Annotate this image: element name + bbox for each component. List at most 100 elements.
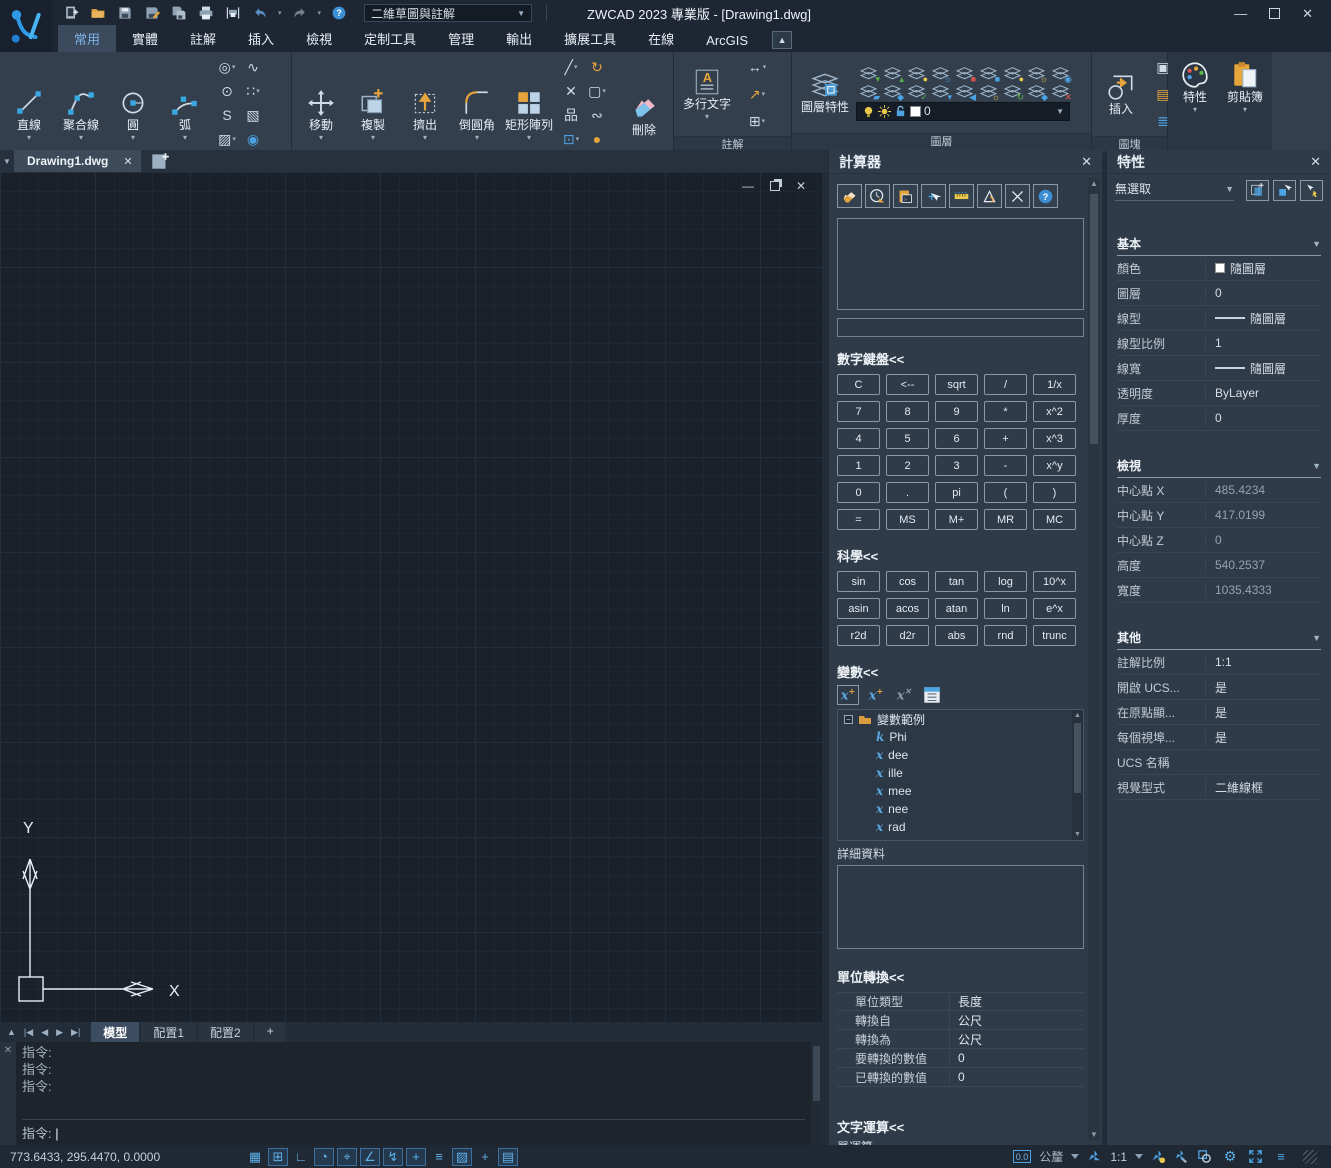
annotation-scale-dropdown-icon[interactable] — [1135, 1154, 1143, 1159]
region-icon[interactable]: ▧ — [240, 103, 266, 127]
new-file-icon[interactable] — [62, 4, 80, 22]
prop-row-寬度[interactable]: 寬度1035.4333 — [1117, 578, 1321, 603]
next-layout-icon[interactable]: ▶ — [53, 1027, 66, 1038]
tab-插入[interactable]: 插入 — [232, 25, 290, 52]
selection-cycling-icon[interactable] — [1197, 1149, 1212, 1164]
command-input[interactable]: 指令: | — [22, 1119, 805, 1143]
prop-row-在原點顯...[interactable]: 在原點顯...是 — [1117, 700, 1321, 725]
explode-icon[interactable]: 品 — [558, 103, 584, 127]
calc-key-10^x[interactable]: 10^x — [1033, 571, 1076, 592]
snap-icon[interactable]: ⊞ — [268, 1148, 288, 1166]
calculator-return-icon[interactable] — [921, 685, 943, 705]
calc-key-x^2[interactable]: x^2 — [1033, 401, 1076, 422]
calc-key-acos[interactable]: acos — [886, 598, 929, 619]
layout-tab-+[interactable]: + — [255, 1022, 286, 1043]
calc-key-1/x[interactable]: 1/x — [1033, 374, 1076, 395]
scale-icon[interactable]: ▢▾ — [584, 79, 610, 103]
calc-key-1[interactable]: 1 — [837, 455, 880, 476]
unit-dropdown-icon[interactable] — [1071, 1154, 1079, 1159]
open-file-icon[interactable] — [89, 4, 107, 22]
calc-key-r2d[interactable]: r2d — [837, 625, 880, 646]
layer-lock-icon[interactable]: ■ — [952, 65, 976, 83]
save-all-icon[interactable] — [170, 4, 188, 22]
last-layout-icon[interactable]: ▶| — [68, 1027, 83, 1038]
calc-help-icon[interactable]: ? — [1033, 184, 1058, 208]
quick-select-icon[interactable] — [1246, 180, 1269, 201]
annotation-monitor-icon[interactable]: + — [475, 1148, 495, 1166]
mtext-button[interactable]: A 多行文字▾ — [680, 65, 734, 123]
ellipse-icon[interactable]: ◎▾ — [214, 55, 240, 79]
calc-key-2[interactable]: 2 — [886, 455, 929, 476]
calc-key-)[interactable]: ) — [1033, 482, 1076, 503]
document-tab[interactable]: DWG Drawing1.dwg ✕ — [14, 150, 141, 172]
undo-dropdown-icon[interactable]: ▾ — [278, 9, 282, 17]
fullscreen-icon[interactable] — [1248, 1149, 1263, 1164]
annotation-scale-icon[interactable] — [1087, 1149, 1102, 1164]
props-section-基本[interactable]: 基本▼ — [1117, 235, 1321, 256]
maximize-button[interactable] — [1269, 8, 1280, 19]
calc-key-0[interactable]: 0 — [837, 482, 880, 503]
calc-key-*[interactable]: * — [984, 401, 1027, 422]
prop-row-高度[interactable]: 高度540.2537 — [1117, 553, 1321, 578]
help-icon[interactable]: ? — [330, 4, 348, 22]
annotation-scale-value[interactable]: 1:1 — [1110, 1150, 1127, 1164]
prop-row-註解比例[interactable]: 註解比例1:1 — [1117, 650, 1321, 675]
prop-row-中心點 Z[interactable]: 中心點 Z0 — [1117, 528, 1321, 553]
calc-key-asin[interactable]: asin — [837, 598, 880, 619]
leader-icon[interactable]: ↗▾ — [744, 82, 770, 106]
layer-del-icon[interactable]: ✕ — [1048, 83, 1072, 101]
calc-key-pi[interactable]: pi — [935, 482, 978, 503]
drawing-canvas[interactable]: — ✕ Y X — [0, 172, 822, 1022]
command-close-icon[interactable]: ✕ — [4, 1045, 12, 1056]
close-button[interactable]: ✕ — [1302, 7, 1313, 20]
calc-key-tan[interactable]: tan — [935, 571, 978, 592]
calc-key-d2r[interactable]: d2r — [886, 625, 929, 646]
minimize-button[interactable]: — — [1234, 7, 1247, 20]
unit-row-要轉換的數值[interactable]: 要轉換的數值0 — [837, 1049, 1084, 1068]
textops-section-header[interactable]: 文字運算<< — [837, 1117, 1084, 1136]
dynamic-input-icon[interactable]: + — [406, 1148, 426, 1166]
unit-label[interactable]: 公釐 — [1039, 1148, 1063, 1165]
prop-row-中心點 X[interactable]: 中心點 X485.4234 — [1117, 478, 1321, 503]
resize-grip[interactable] — [1303, 1150, 1317, 1164]
first-layout-icon[interactable]: |◀ — [21, 1027, 36, 1038]
calc-key--[interactable]: - — [984, 455, 1027, 476]
unit-row-轉換自[interactable]: 轉換自公尺 — [837, 1011, 1084, 1030]
doc-close-icon[interactable]: ✕ — [796, 180, 806, 192]
settings-gear-icon[interactable]: ⚙ — [1220, 1148, 1240, 1166]
calc-key-4[interactable]: 4 — [837, 428, 880, 449]
ortho-icon[interactable]: ∟ — [291, 1148, 311, 1166]
redo-icon[interactable] — [291, 4, 309, 22]
lineweight-icon[interactable]: ≡ — [429, 1148, 449, 1166]
hatch-icon[interactable]: ▨▾ — [214, 127, 240, 151]
layer-merge-icon[interactable]: ↻ — [1000, 83, 1024, 101]
calc-pick-point-icon[interactable] — [921, 184, 946, 208]
snap-tracking-icon[interactable]: ↯ — [383, 1148, 403, 1166]
close-document-icon[interactable]: ✕ — [123, 155, 132, 168]
new-variable-icon[interactable]: x+ — [837, 685, 859, 705]
prop-row-厚度[interactable]: 厚度0 — [1117, 406, 1321, 431]
dimension-icon[interactable]: ↔▾ — [744, 55, 770, 79]
layer-unisolate-icon[interactable]: ◀ — [952, 83, 976, 101]
expand-command-icon[interactable]: ▲ — [4, 1027, 19, 1037]
prop-row-線寬[interactable]: 線寬隨圖層 — [1117, 356, 1321, 381]
donut-icon[interactable]: ◉ — [240, 127, 266, 151]
calc-key-ln[interactable]: ln — [984, 598, 1027, 619]
prop-row-UCS 名稱[interactable]: UCS 名稱 — [1117, 750, 1321, 775]
calc-key-MR[interactable]: MR — [984, 509, 1027, 530]
calc-key-6[interactable]: 6 — [935, 428, 978, 449]
spline-cv-icon[interactable]: S — [214, 103, 240, 127]
calc-key-x^y[interactable]: x^y — [1033, 455, 1076, 476]
units-section-header[interactable]: 單位轉換<< — [837, 967, 1084, 986]
unit-format-icon[interactable]: 0.0 — [1013, 1150, 1032, 1163]
spline-icon[interactable]: ∿ — [240, 55, 266, 79]
prev-layout-icon[interactable]: ◀ — [38, 1027, 51, 1038]
layer-thaw-icon[interactable]: ● — [1000, 65, 1024, 83]
calc-paste-icon[interactable]: :- — [893, 184, 918, 208]
calc-measure-angle-icon[interactable] — [977, 184, 1002, 208]
layer-sun-icon[interactable]: ☼ — [1024, 65, 1048, 83]
variable-item-mee[interactable]: xmee — [838, 782, 1083, 800]
select-objects-icon[interactable] — [1273, 180, 1296, 201]
save-icon[interactable] — [116, 4, 134, 22]
calc-key-=[interactable]: = — [837, 509, 880, 530]
